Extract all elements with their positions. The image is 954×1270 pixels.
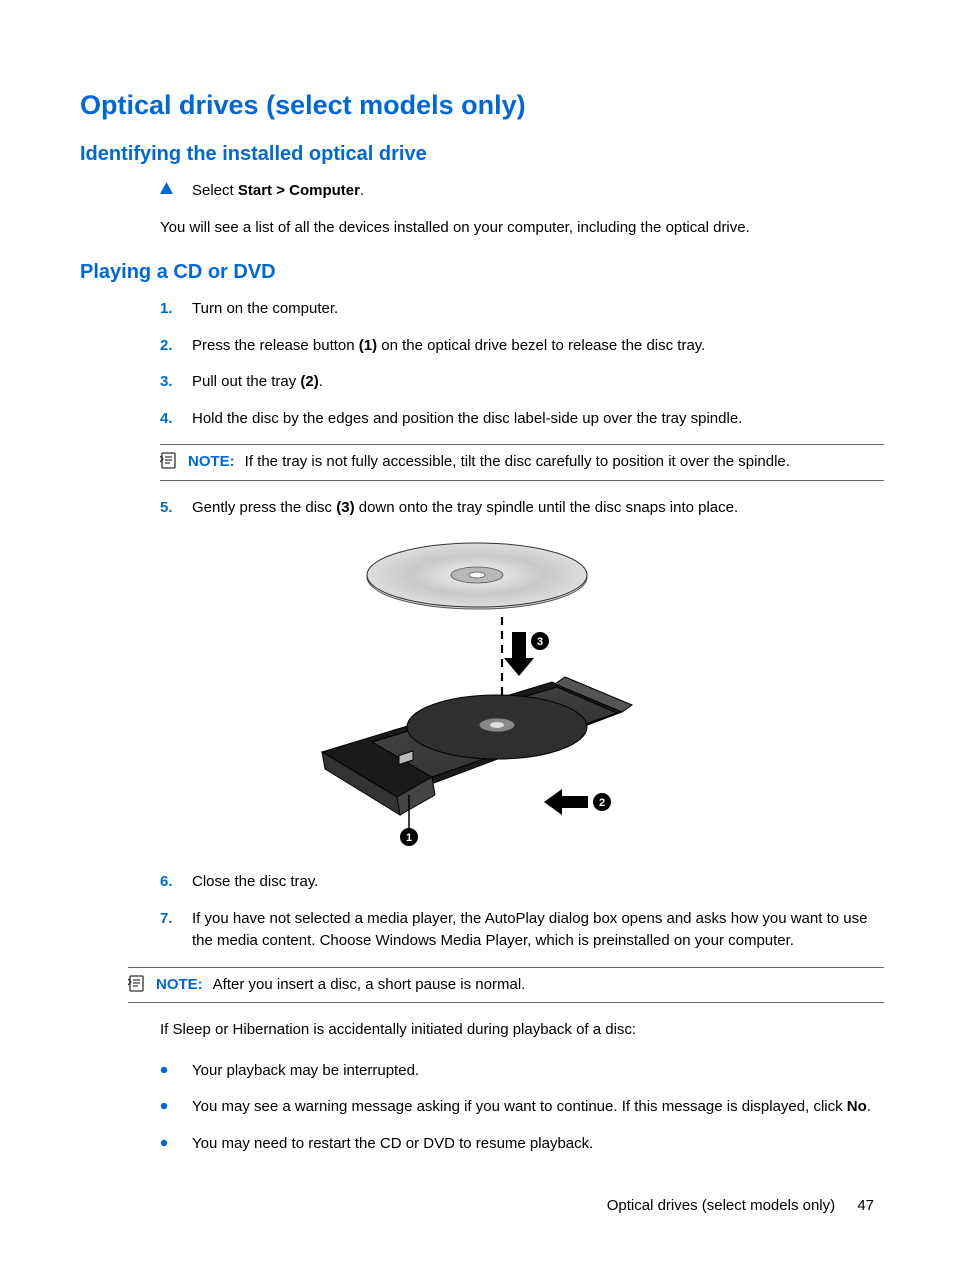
footer-section: Optical drives (select models only): [607, 1197, 835, 1214]
text: You may see a warning message asking if …: [192, 1098, 847, 1115]
footer-page-number: 47: [857, 1197, 874, 1214]
text: .: [319, 373, 323, 390]
list-item: 7. If you have not selected a media play…: [160, 908, 884, 953]
step-number: 7.: [160, 908, 192, 931]
identify-step: Select Start > Computer.: [160, 180, 884, 203]
note-text: If the tray is not fully accessible, til…: [245, 453, 790, 470]
note-label: NOTE:: [156, 976, 203, 993]
identify-followup: You will see a list of all the devices i…: [160, 217, 884, 240]
bold-text: No: [847, 1098, 867, 1115]
list-item: 2. Press the release button (1) on the o…: [160, 335, 884, 358]
note-icon: [128, 974, 156, 993]
step-number: 1.: [160, 298, 192, 321]
step-text: Press the release button (1) on the opti…: [192, 335, 884, 358]
text: Press the release button: [192, 337, 359, 354]
text: on the optical drive bezel to release th…: [377, 337, 705, 354]
step-text: If you have not selected a media player,…: [192, 908, 884, 953]
text: down onto the tray spindle until the dis…: [355, 499, 739, 516]
triangle-icon: [160, 180, 192, 194]
bullet-text: You may see a warning message asking if …: [192, 1096, 884, 1119]
note-content: NOTE: After you insert a disc, a short pa…: [156, 974, 884, 997]
list-item: You may see a warning message asking if …: [160, 1096, 884, 1119]
step-text: Hold the disc by the edges and position …: [192, 408, 884, 431]
section-heading-identifying: Identifying the installed optical drive: [80, 143, 884, 166]
list-item: You may need to restart the CD or DVD to…: [160, 1133, 884, 1156]
list-item: 3. Pull out the tray (2).: [160, 371, 884, 394]
identify-steps: Select Start > Computer.: [160, 180, 884, 203]
text: .: [360, 182, 364, 199]
list-item: 6. Close the disc tray.: [160, 871, 884, 894]
step-text: Gently press the disc (3) down onto the …: [192, 497, 884, 520]
bullet-icon: [160, 1060, 192, 1074]
list-item: 1. Turn on the computer.: [160, 298, 884, 321]
bullet-icon: [160, 1133, 192, 1147]
text: Select: [192, 182, 238, 199]
list-item: Your playback may be interrupted.: [160, 1060, 884, 1083]
note-icon: [160, 451, 188, 470]
bold-text: (2): [300, 373, 318, 390]
step-number: 3.: [160, 371, 192, 394]
step-text: Turn on the computer.: [192, 298, 884, 321]
callout-3: 3: [537, 636, 543, 648]
bullet-text: Your playback may be interrupted.: [192, 1060, 884, 1083]
playing-steps-cont: 5. Gently press the disc (3) down onto t…: [160, 497, 884, 520]
note-text: After you insert a disc, a short pause i…: [213, 976, 526, 993]
identify-step-text: Select Start > Computer.: [192, 180, 884, 203]
optical-drive-illustration: 3 2 1: [80, 537, 884, 847]
text: Pull out the tray: [192, 373, 300, 390]
page-footer: Optical drives (select models only) 47: [607, 1197, 874, 1214]
bold-text: Start > Computer: [238, 182, 360, 199]
note-content: NOTE: If the tray is not fully accessible…: [188, 451, 884, 474]
note-label: NOTE:: [188, 453, 235, 470]
step-number: 6.: [160, 871, 192, 894]
sleep-bullets: Your playback may be interrupted. You ma…: [160, 1060, 884, 1156]
bold-text: (3): [336, 499, 354, 516]
step-number: 2.: [160, 335, 192, 358]
sleep-intro: If Sleep or Hibernation is accidentally …: [160, 1019, 884, 1042]
text: .: [867, 1098, 871, 1115]
page-title: Optical drives (select models only): [80, 90, 884, 121]
list-item: 4. Hold the disc by the edges and positi…: [160, 408, 884, 431]
note-box: NOTE: If the tray is not fully accessible…: [160, 444, 884, 481]
callout-2: 2: [599, 797, 605, 809]
text: Gently press the disc: [192, 499, 336, 516]
bold-text: (1): [359, 337, 377, 354]
section-heading-playing: Playing a CD or DVD: [80, 261, 884, 284]
step-text: Close the disc tray.: [192, 871, 884, 894]
bullet-icon: [160, 1096, 192, 1110]
playing-steps-cont-2: 6. Close the disc tray. 7. If you have n…: [160, 871, 884, 953]
list-item: 5. Gently press the disc (3) down onto t…: [160, 497, 884, 520]
playing-steps: 1. Turn on the computer. 2. Press the re…: [160, 298, 884, 430]
step-text: Pull out the tray (2).: [192, 371, 884, 394]
step-number: 4.: [160, 408, 192, 431]
bullet-text: You may need to restart the CD or DVD to…: [192, 1133, 884, 1156]
callout-1: 1: [406, 832, 412, 844]
note-box: NOTE: After you insert a disc, a short pa…: [128, 967, 884, 1004]
step-number: 5.: [160, 497, 192, 520]
